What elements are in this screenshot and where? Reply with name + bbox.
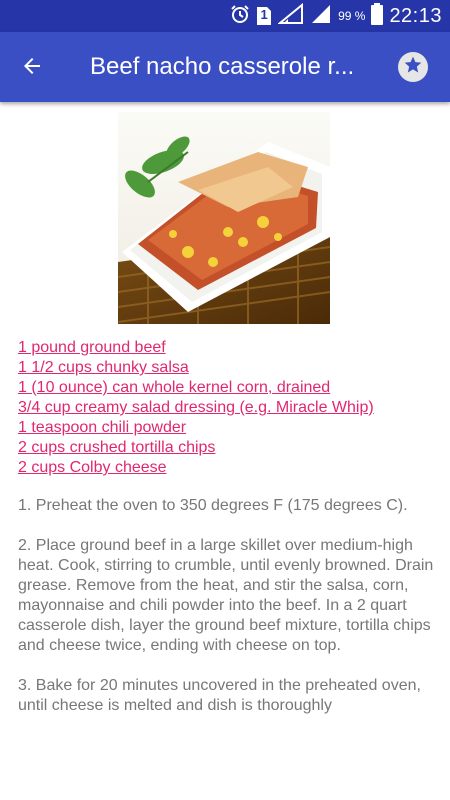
instruction-step: 2. Place ground beef in a large skillet … <box>18 537 434 654</box>
recipe-photo <box>117 112 331 324</box>
battery-percent: 99 % <box>338 9 366 23</box>
battery-icon <box>371 2 384 30</box>
ingredient-link[interactable]: 2 cups crushed tortilla chips <box>18 438 438 458</box>
alarm-icon <box>230 4 250 29</box>
signal-icon <box>310 3 332 30</box>
sim-label: 1 <box>260 7 268 22</box>
page-title: Beef nacho casserole r... <box>90 53 355 80</box>
ingredient-link[interactable]: 1 1/2 cups chunky salsa <box>18 358 438 378</box>
ingredient-link[interactable]: 1 pound ground beef <box>18 338 438 358</box>
ingredient-link[interactable]: 3/4 cup creamy salad dressing (e.g. Mira… <box>18 398 438 418</box>
status-icons: 1 99 % 22:13 <box>230 0 442 32</box>
ingredient-link[interactable]: 2 cups Colby cheese <box>18 458 438 478</box>
signal-icon <box>277 2 304 30</box>
arrow-back-icon <box>20 54 44 83</box>
star-icon <box>403 55 423 80</box>
ingredient-link[interactable]: 1 (10 ounce) can whole kernel corn, drai… <box>18 378 438 398</box>
sim-icon: 1 <box>256 6 272 26</box>
instruction-list: 1. Preheat the oven to 350 degrees F (17… <box>18 496 438 736</box>
ingredient-list: 1 pound ground beef 1 1/2 cups chunky sa… <box>18 338 438 478</box>
status-bar: 1 99 % 22:13 <box>0 0 450 32</box>
instruction-step: 1. Preheat the oven to 350 degrees F (17… <box>18 497 408 514</box>
app-toolbar: Beef nacho casserole r... <box>0 32 450 102</box>
favorite-button[interactable] <box>398 52 428 82</box>
back-button[interactable] <box>14 50 50 86</box>
ingredient-link[interactable]: 1 teaspoon chili powder <box>18 418 438 438</box>
recipe-content[interactable]: 1 pound ground beef 1 1/2 cups chunky sa… <box>0 102 450 800</box>
status-clock: 22:13 <box>389 4 442 27</box>
instruction-step: 3. Bake for 20 minutes uncovered in the … <box>18 677 421 714</box>
